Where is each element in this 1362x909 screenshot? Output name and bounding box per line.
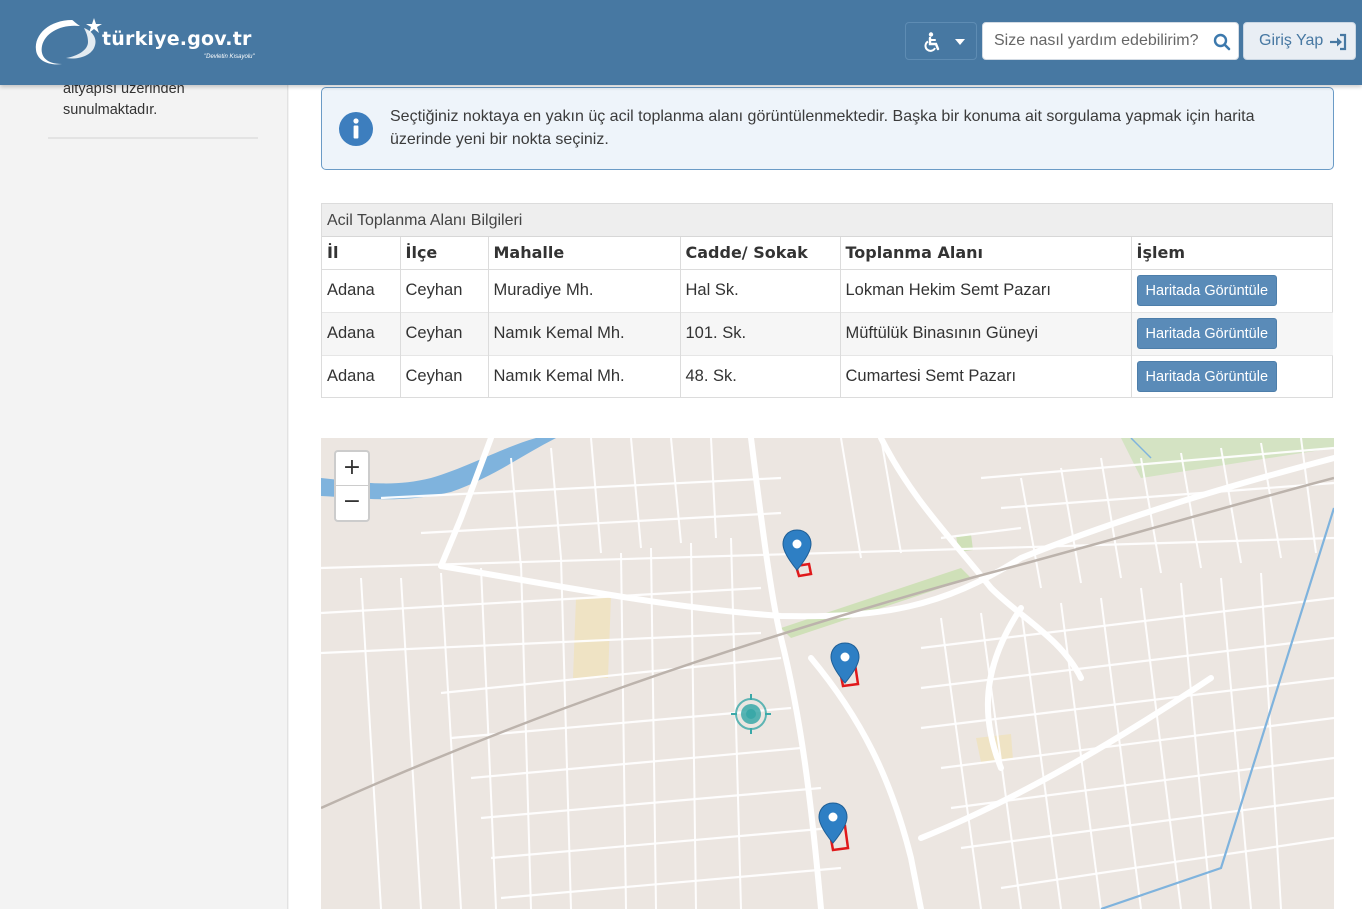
alert-message: Seçtiğiniz noktaya en yakın üç acil topl… (390, 108, 1255, 148)
cell-islem: Haritada Görüntüle (1131, 354, 1333, 398)
cell-toplanma-alani: Lokman Hekim Semt Pazarı (840, 268, 1132, 312)
site-logo[interactable]: türkiye.gov.tr "Devletin Kısayolu" (32, 14, 272, 70)
search-input[interactable] (983, 23, 1208, 59)
cell-il: Adana (322, 354, 401, 398)
canal (1100, 507, 1334, 909)
accessibility-button[interactable] (905, 22, 977, 60)
cell-il: Adana (322, 311, 401, 355)
table-header-row: İl İlçe Mahalle Cadde/ Sokak Toplanma Al… (322, 237, 1333, 270)
cell-islem: Haritada Görüntüle (1131, 311, 1333, 355)
table-row: Adana Ceyhan Muradiye Mh. Hal Sk. Lokman… (322, 268, 1333, 312)
sidebar-divider (48, 137, 258, 139)
logo-swoosh-icon (35, 18, 102, 65)
assembly-area-table-panel: Acil Toplanma Alanı Bilgileri İl İlçe Ma… (321, 203, 1333, 398)
left-sidebar: İçişleri Bakanlığı Afet ve Acil Durum Yö… (18, 0, 288, 909)
search-box (982, 22, 1239, 60)
railway (321, 476, 1334, 810)
cell-ilce: Ceyhan (400, 311, 489, 355)
cell-mahalle: Namık Kemal Mh. (488, 354, 681, 398)
cell-sokak: Hal Sk. (680, 268, 841, 312)
logo-text: türkiye.gov.tr (102, 28, 252, 50)
map-marker-icon (830, 642, 860, 684)
column-header-sokak: Cadde/ Sokak (680, 237, 841, 270)
column-header-toplanma-alani: Toplanma Alanı (840, 237, 1132, 270)
column-header-mahalle: Mahalle (488, 237, 681, 270)
info-icon (339, 112, 373, 146)
sign-in-icon (1330, 33, 1347, 51)
logo-subtitle: "Devletin Kısayolu" (204, 54, 255, 60)
search-icon[interactable] (1213, 33, 1231, 51)
login-button[interactable]: Giriş Yap (1243, 22, 1356, 60)
cell-mahalle: Muradiye Mh. (488, 268, 681, 312)
table-row: Adana Ceyhan Namık Kemal Mh. 48. Sk. Cum… (322, 354, 1333, 398)
cell-sokak: 48. Sk. (680, 354, 841, 398)
chevron-down-icon (955, 39, 965, 45)
table-row: Adana Ceyhan Namık Kemal Mh. 101. Sk. Mü… (322, 311, 1333, 355)
column-header-il: İl (322, 237, 401, 270)
table-title: Acil Toplanma Alanı Bilgileri (322, 204, 1332, 237)
park-area (573, 596, 611, 678)
cell-mahalle: Namık Kemal Mh. (488, 311, 681, 355)
cell-sokak: 101. Sk. (680, 311, 841, 355)
zoom-out-button[interactable]: − (336, 486, 368, 520)
show-on-map-button[interactable]: Haritada Görüntüle (1136, 318, 1278, 349)
column-header-islem: İşlem (1131, 237, 1333, 270)
show-on-map-button[interactable]: Haritada Görüntüle (1136, 361, 1278, 393)
cell-ilce: Ceyhan (400, 354, 489, 398)
cell-il: Adana (322, 268, 401, 312)
street-map[interactable] (321, 438, 1334, 909)
cell-islem: Haritada Görüntüle (1131, 268, 1333, 312)
map-marker-icon (818, 802, 848, 844)
show-on-map-button[interactable]: Haritada Görüntüle (1136, 275, 1278, 306)
wheelchair-icon (924, 32, 940, 52)
zoom-control: + − (334, 450, 370, 522)
zoom-in-button[interactable]: + (336, 452, 368, 486)
info-alert: Seçtiğiniz noktaya en yakın üç acil topl… (321, 87, 1334, 170)
column-header-ilce: İlçe (400, 237, 489, 270)
top-header: türkiye.gov.tr "Devletin Kısayolu" Giriş… (0, 0, 1362, 85)
map-view[interactable]: + − (321, 438, 1334, 909)
cell-toplanma-alani: Cumartesi Semt Pazarı (840, 354, 1132, 398)
assembly-area-table: İl İlçe Mahalle Cadde/ Sokak Toplanma Al… (322, 237, 1333, 398)
cell-ilce: Ceyhan (400, 268, 489, 312)
cell-toplanma-alani: Müftülük Binasının Güneyi (840, 311, 1132, 355)
login-label: Giriş Yap (1259, 32, 1324, 49)
